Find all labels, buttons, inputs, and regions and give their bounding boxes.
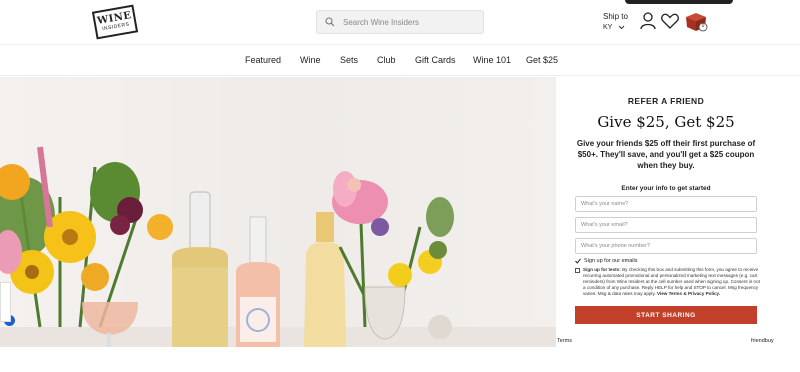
wine-insiders-logo[interactable]: WINE INSIDERS: [91, 4, 139, 40]
name-field[interactable]: [575, 196, 757, 212]
norton-seal-badge[interactable]: norton: [0, 282, 11, 322]
friendbuy-credit[interactable]: friendbuy: [751, 338, 774, 344]
hero-illustration: [0, 146, 556, 347]
panel-eyebrow: REFER A FRIEND: [627, 96, 705, 106]
ship-to-label: Ship to: [603, 12, 628, 21]
ship-to-selector[interactable]: Ship to KY: [603, 11, 633, 33]
wishlist-heart-icon[interactable]: [661, 13, 679, 29]
nav-item-get-25[interactable]: Get $25: [526, 55, 558, 65]
nav-item-wine-101[interactable]: Wine 101: [473, 55, 511, 65]
search-icon: [325, 17, 335, 27]
text-signup-row: Sign up for texts: By checking this box …: [575, 267, 761, 297]
panel-description: Give your friends $25 off their first pu…: [576, 139, 756, 170]
chevron-down-icon: [618, 25, 625, 30]
nav-item-wine[interactable]: Wine: [300, 55, 321, 65]
email-signup-checkbox[interactable]: [575, 258, 581, 264]
nav-item-featured[interactable]: Featured: [245, 55, 281, 65]
text-signup-legal: Sign up for texts: By checking this box …: [583, 267, 761, 297]
right-flower-bouquet: [332, 171, 454, 340]
cart-button[interactable]: 0: [684, 11, 708, 33]
nav-item-gift-cards[interactable]: Gift Cards: [415, 55, 456, 65]
ship-to-state: KY: [603, 24, 613, 31]
terms-link[interactable]: Terms: [557, 338, 572, 344]
text-signup-checkbox[interactable]: [575, 268, 580, 273]
phone-field[interactable]: [575, 238, 757, 254]
email-signup-row: Sign up for our emails: [575, 258, 638, 264]
terms-privacy-link[interactable]: View Terms & Privacy Policy.: [657, 291, 720, 296]
nav-item-club[interactable]: Club: [377, 55, 396, 65]
rose-wine-bottle: [236, 216, 280, 347]
form-label: Enter your info to get started: [621, 185, 711, 192]
main-nav: Featured Wine Sets Club Gift Cards Wine …: [0, 44, 800, 76]
account-icon[interactable]: [640, 12, 656, 30]
email-field[interactable]: [575, 217, 757, 233]
browser-overlay-bar: [625, 0, 733, 4]
white-wine-bottle: [172, 191, 228, 347]
norton-label: norton: [0, 292, 2, 308]
panel-headline: Give $25, Get $25: [597, 113, 735, 131]
wine-box-cart-icon: [686, 13, 708, 32]
site-header: WINE INSIDERS Ship to KY 0: [0, 0, 800, 44]
search-input[interactable]: [343, 17, 473, 27]
sparkling-wine-bottle: [304, 212, 346, 347]
hero-image-wine-and-flowers: [0, 77, 556, 347]
left-flower-bouquet: [0, 146, 173, 328]
refer-a-friend-panel: REFER A FRIEND Give $25, Get $25 Give yo…: [556, 77, 800, 347]
nav-item-sets[interactable]: Sets: [340, 55, 358, 65]
start-sharing-button[interactable]: START SHARING: [575, 306, 757, 324]
search-bar[interactable]: [316, 10, 484, 34]
cart-count-badge: 0: [701, 23, 705, 29]
email-signup-label: Sign up for our emails: [584, 258, 638, 264]
text-signup-bold: Sign up for texts:: [583, 267, 621, 272]
